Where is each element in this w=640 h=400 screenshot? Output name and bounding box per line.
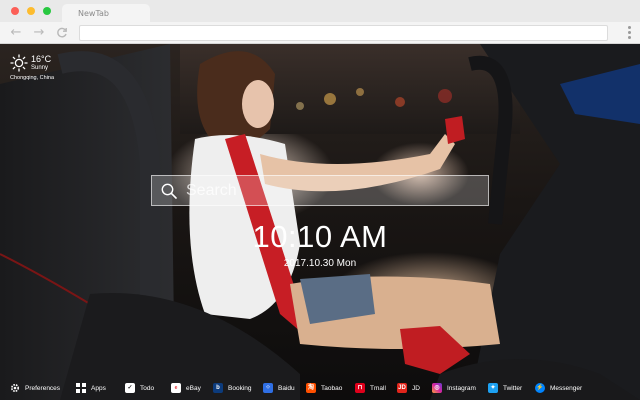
browser-toolbar: ← → — [0, 22, 640, 44]
shortcut-tmall[interactable]: ⊓ Tmall — [355, 382, 386, 394]
checkbox-icon: ✓ — [125, 383, 135, 393]
newtab-page: 16°C Sunny Chongqing, China 10:10 AM 201… — [0, 44, 640, 400]
sun-icon — [10, 54, 28, 72]
todo-button[interactable]: ✓ Todo — [125, 382, 154, 394]
twitter-icon: ✦ — [488, 383, 498, 393]
bottom-bar: Preferences Apps ✓ Todo e eBay b Booking… — [0, 376, 640, 400]
jd-icon: JD — [397, 383, 407, 393]
shortcut-jd[interactable]: JD JD — [397, 382, 420, 394]
weather-temperature: 16°C — [31, 54, 52, 64]
instagram-label: Instagram — [447, 384, 476, 392]
minimize-window-button[interactable] — [27, 7, 35, 15]
shortcut-twitter[interactable]: ✦ Twitter — [488, 382, 522, 394]
messenger-label: Messenger — [550, 384, 583, 392]
ebay-label: eBay — [186, 384, 201, 392]
jd-label: JD — [412, 384, 420, 392]
clock-time: 10:10 AM — [252, 219, 388, 254]
search-input[interactable] — [186, 180, 476, 202]
weather-widget[interactable]: 16°C Sunny Chongqing, China — [10, 54, 70, 84]
shortcut-messenger[interactable]: ⚡ Messenger — [535, 382, 582, 394]
shortcut-taobao[interactable]: 淘 Taobao — [306, 382, 342, 394]
shortcut-baidu[interactable]: ⁘ Baidu — [263, 382, 295, 394]
apps-label: Apps — [91, 384, 106, 392]
booking-label: Booking — [228, 384, 252, 392]
shortcut-instagram[interactable]: ◎ Instagram — [432, 382, 476, 394]
apps-button[interactable]: Apps — [76, 382, 106, 394]
baidu-label: Baidu — [278, 384, 295, 392]
messenger-icon: ⚡ — [535, 383, 545, 393]
taobao-icon: 淘 — [306, 383, 316, 393]
booking-icon: b — [213, 383, 223, 393]
tmall-icon: ⊓ — [355, 383, 365, 393]
todo-label: Todo — [140, 384, 155, 392]
baidu-icon: ⁘ — [263, 383, 273, 393]
grid-icon — [76, 383, 86, 393]
taobao-label: Taobao — [321, 384, 343, 392]
shortcut-booking[interactable]: b Booking — [213, 382, 252, 394]
tab-newtab[interactable]: NewTab — [62, 4, 150, 22]
close-window-button[interactable] — [11, 7, 19, 15]
browser-titlebar: NewTab — [0, 0, 640, 22]
back-arrow-icon[interactable]: ← — [8, 25, 24, 41]
clock-date: 2017.10.30 Mon — [283, 258, 357, 269]
shortcut-ebay[interactable]: e eBay — [171, 382, 201, 394]
address-bar[interactable] — [79, 25, 608, 41]
weather-location: Chongqing, China — [10, 75, 55, 81]
instagram-icon: ◎ — [432, 383, 442, 393]
tab-title: NewTab — [78, 9, 109, 18]
search-icon[interactable] — [161, 183, 177, 199]
preferences-label: Preferences — [25, 384, 61, 392]
preferences-button[interactable]: Preferences — [10, 382, 60, 394]
ebay-icon: e — [171, 383, 181, 393]
forward-arrow-icon[interactable]: → — [31, 25, 47, 41]
reload-icon[interactable] — [54, 25, 70, 41]
gear-icon — [10, 383, 20, 393]
browser-menu-icon[interactable] — [628, 26, 632, 40]
weather-condition: Sunny — [31, 65, 49, 71]
maximize-window-button[interactable] — [43, 7, 51, 15]
search-box[interactable] — [151, 175, 489, 206]
tmall-label: Tmall — [370, 384, 386, 392]
twitter-label: Twitter — [503, 384, 523, 392]
